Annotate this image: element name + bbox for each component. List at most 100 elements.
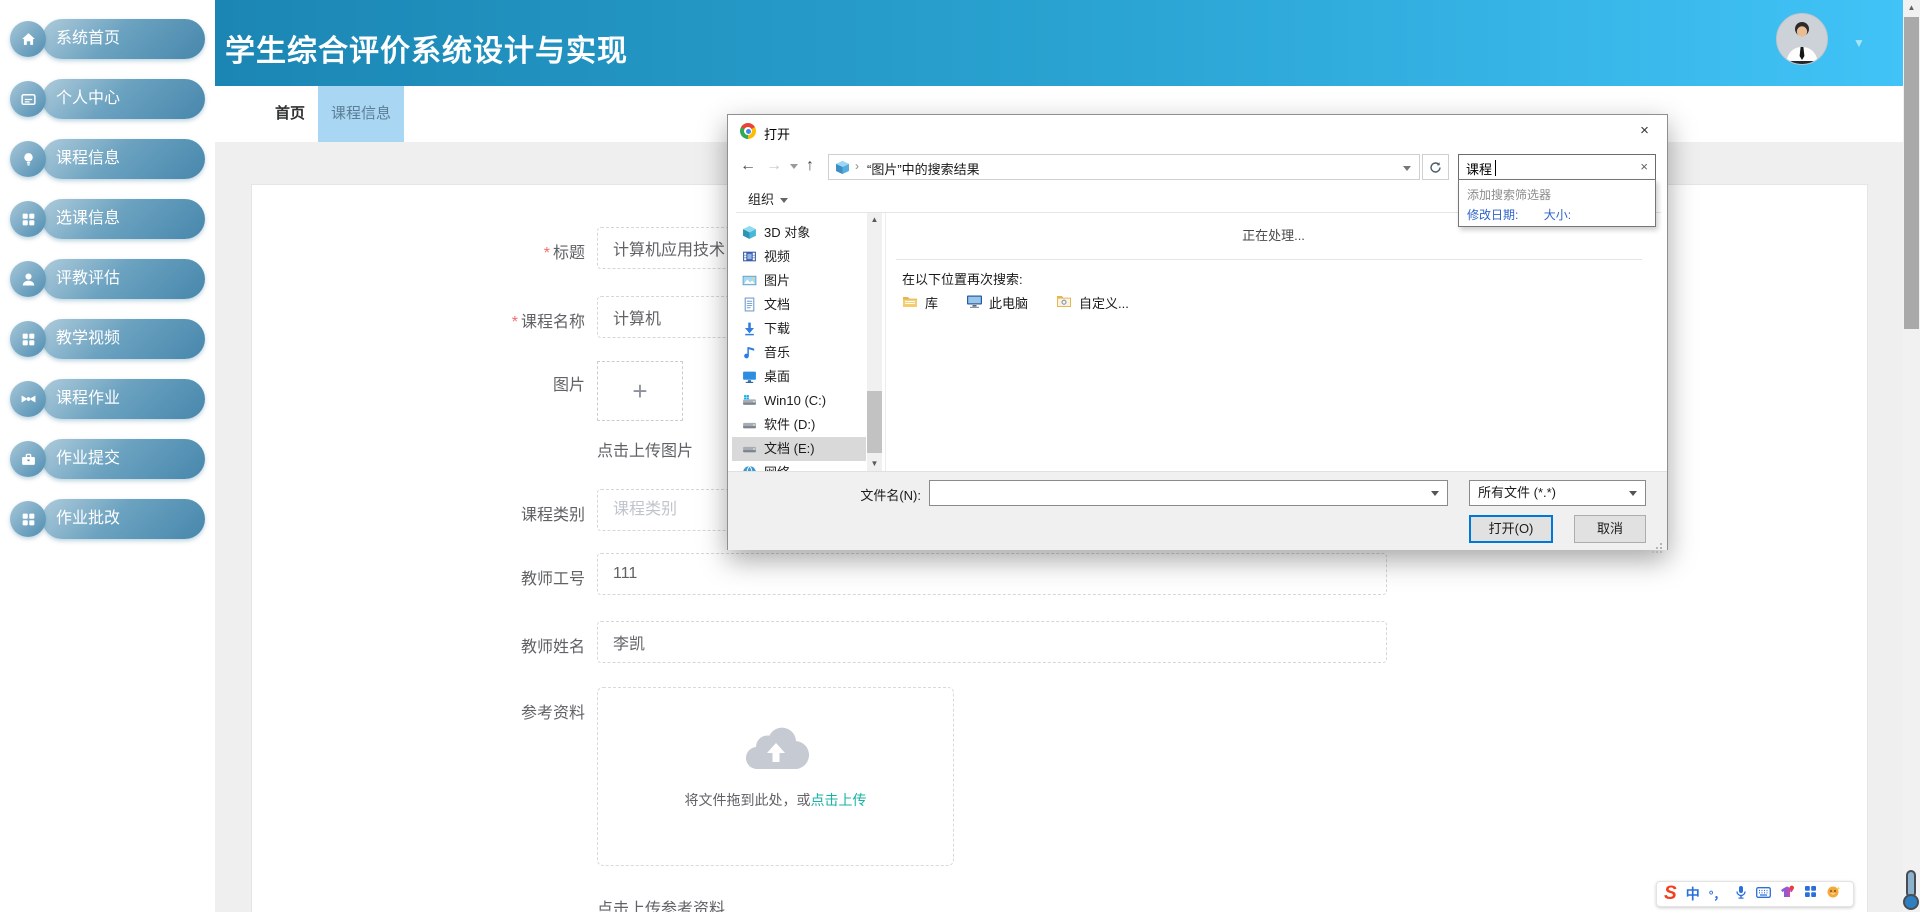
close-icon[interactable]: × xyxy=(1622,115,1667,147)
emoji-icon[interactable] xyxy=(1826,885,1841,904)
microphone-icon[interactable] xyxy=(1735,885,1747,904)
sidebar-item-course-info[interactable]: 课程信息 xyxy=(0,139,215,179)
screen: 系统首页 个人中心 课程信息 选课信息 评教评估 教学视频 课程作业 作业提交 … xyxy=(0,0,1920,912)
tree-item-pictures[interactable]: 图片 xyxy=(732,269,866,293)
up-icon[interactable]: ↑ xyxy=(806,157,814,175)
sidebar-item-label[interactable]: 个人中心 xyxy=(42,79,205,119)
tree-item-drive-c[interactable]: Win10 (C:) xyxy=(732,389,866,413)
sidebar-item-label[interactable]: 评教评估 xyxy=(42,259,205,299)
address-dropdown-icon[interactable] xyxy=(1403,166,1411,171)
back-icon[interactable]: ← xyxy=(740,157,756,175)
drive-icon xyxy=(742,416,757,431)
field-label-course-name: * 课程名称 xyxy=(511,314,585,331)
filter-size[interactable]: 大小: xyxy=(1544,208,1571,222)
scroll-up-icon[interactable]: ▲ xyxy=(867,213,882,227)
dialog-titlebar[interactable]: 打开 × xyxy=(728,115,1667,148)
avatar[interactable] xyxy=(1776,13,1828,65)
filename-input[interactable] xyxy=(929,480,1448,506)
tree-item-videos[interactable]: 视频 xyxy=(732,245,866,269)
teacher-id-input[interactable] xyxy=(597,553,1387,595)
sidebar-item-label[interactable]: 作业批改 xyxy=(42,499,205,539)
sidebar-item-personal-center[interactable]: 个人中心 xyxy=(0,79,215,119)
sidebar-item-course-homework[interactable]: 课程作业 xyxy=(0,379,215,419)
dropzone-text: 将文件拖到此处，或点击上传 xyxy=(684,792,867,808)
skin-icon[interactable] xyxy=(1780,885,1795,904)
sidebar-item-teaching-evaluation[interactable]: 评教评估 xyxy=(0,259,215,299)
downloads-icon xyxy=(742,320,757,336)
cancel-button[interactable]: 取消 xyxy=(1574,515,1646,543)
page-scrollbar[interactable]: ▲ ▼ xyxy=(1903,0,1920,912)
home-icon xyxy=(10,21,46,57)
search-filter-dropdown: 添加搜索筛选器 修改日期: 大小: xyxy=(1458,179,1656,227)
text-caret xyxy=(1495,160,1496,176)
tree-item-downloads[interactable]: 下载 xyxy=(732,317,866,341)
ime-punctuation-mode[interactable]: °， xyxy=(1709,886,1726,903)
tree-item-drive-d[interactable]: 软件 (D:) xyxy=(732,413,866,437)
sidebar-item-homework-submit[interactable]: 作业提交 xyxy=(0,439,215,479)
field-label-reference: 参考资料 xyxy=(520,705,585,722)
open-file-dialog: 打开 × ← → ↑ › “图片”中的搜索结果 课程 × 添加搜索筛选器 修改日… xyxy=(727,114,1668,550)
filetype-select[interactable]: 所有文件 (*.*) xyxy=(1469,480,1646,506)
search-input[interactable]: 课程 × xyxy=(1458,154,1656,180)
sidebar-item-teaching-videos[interactable]: 教学视频 xyxy=(0,319,215,359)
filter-date-modified[interactable]: 修改日期: xyxy=(1467,208,1518,222)
open-button[interactable]: 打开(O) xyxy=(1469,515,1553,543)
tree-scrollbar-thumb[interactable] xyxy=(867,391,882,453)
tree-item-music[interactable]: 音乐 xyxy=(732,341,866,365)
location-libraries[interactable]: 库 xyxy=(902,293,938,312)
keyboard-icon[interactable] xyxy=(1755,885,1771,903)
sidebar-item-label[interactable]: 课程信息 xyxy=(42,139,205,179)
sidebar-item-label[interactable]: 教学视频 xyxy=(42,319,205,359)
tree-item-3d-objects[interactable]: 3D 对象 xyxy=(732,221,866,245)
page-title: 学生综合评价系统设计与实现 xyxy=(225,35,628,68)
sidebar-item-label[interactable]: 系统首页 xyxy=(42,19,205,59)
teacher-name-input[interactable] xyxy=(597,621,1387,663)
scroll-down-icon[interactable]: ▼ xyxy=(867,457,882,471)
reference-dropzone[interactable]: 将文件拖到此处，或点击上传 xyxy=(597,687,954,866)
address-bar[interactable]: › “图片”中的搜索结果 xyxy=(828,154,1420,180)
image-upload-box[interactable]: + xyxy=(597,361,683,421)
sidebar-item-label[interactable]: 作业提交 xyxy=(42,439,205,479)
required-mark: * xyxy=(543,245,550,262)
location-custom[interactable]: 自定义... xyxy=(1056,293,1129,312)
sidebar-item-label[interactable]: 选课信息 xyxy=(42,199,205,239)
tree-item-drive-e[interactable]: 文档 (E:) xyxy=(732,437,866,461)
sidebar-item-label[interactable]: 课程作业 xyxy=(42,379,205,419)
breadcrumb-separator: › xyxy=(855,159,859,173)
scroll-up-icon[interactable]: ▲ xyxy=(1903,0,1920,16)
page-scrollbar-thumb[interactable] xyxy=(1904,17,1919,329)
ime-toolbar: S 中 °， xyxy=(1656,881,1854,907)
tab-home[interactable]: 首页 xyxy=(263,86,317,142)
sidebar-item-course-selection[interactable]: 选课信息 xyxy=(0,199,215,239)
organize-menu[interactable]: 组织 xyxy=(748,189,789,208)
dialog-title: 打开 xyxy=(764,127,791,142)
tab-course-info[interactable]: 课程信息 xyxy=(318,86,404,142)
libraries-icon xyxy=(902,294,919,312)
breadcrumb[interactable]: “图片”中的搜索结果 xyxy=(867,159,980,178)
location-this-pc[interactable]: 此电脑 xyxy=(966,293,1028,312)
refresh-button[interactable] xyxy=(1422,154,1449,180)
videos-icon xyxy=(742,248,757,263)
clear-search-icon[interactable]: × xyxy=(1640,159,1648,174)
chevron-down-icon[interactable] xyxy=(1431,491,1439,496)
tree-item-documents[interactable]: 文档 xyxy=(732,293,866,317)
image-upload-hint: 点击上传图片 xyxy=(597,443,694,460)
custom-icon xyxy=(1056,294,1073,312)
upload-link[interactable]: 点击上传 xyxy=(811,792,867,808)
plus-icon: + xyxy=(632,375,648,406)
annotation-tool-icon[interactable] xyxy=(1899,870,1920,912)
toolbox-grid-icon[interactable] xyxy=(1804,885,1817,903)
sidebar-item-homework-review[interactable]: 作业批改 xyxy=(0,499,215,539)
sidebar-item-system-home[interactable]: 系统首页 xyxy=(0,19,215,59)
tree-scrollbar[interactable]: ▲ ▼ xyxy=(867,213,882,471)
resize-grip[interactable] xyxy=(1660,543,1662,545)
field-label-title: * 标题 xyxy=(543,245,585,262)
forward-icon[interactable]: → xyxy=(766,157,782,175)
chevron-down-icon[interactable]: ▼ xyxy=(1853,36,1865,50)
sogou-logo-icon[interactable]: S xyxy=(1664,883,1677,905)
ime-chinese-mode[interactable]: 中 xyxy=(1686,884,1700,904)
tree-item-network[interactable]: 网络 xyxy=(732,461,866,471)
recent-locations-icon[interactable] xyxy=(790,164,798,169)
processing-status: 正在处理... xyxy=(1242,228,1305,243)
tree-item-desktop[interactable]: 桌面 xyxy=(732,365,866,389)
